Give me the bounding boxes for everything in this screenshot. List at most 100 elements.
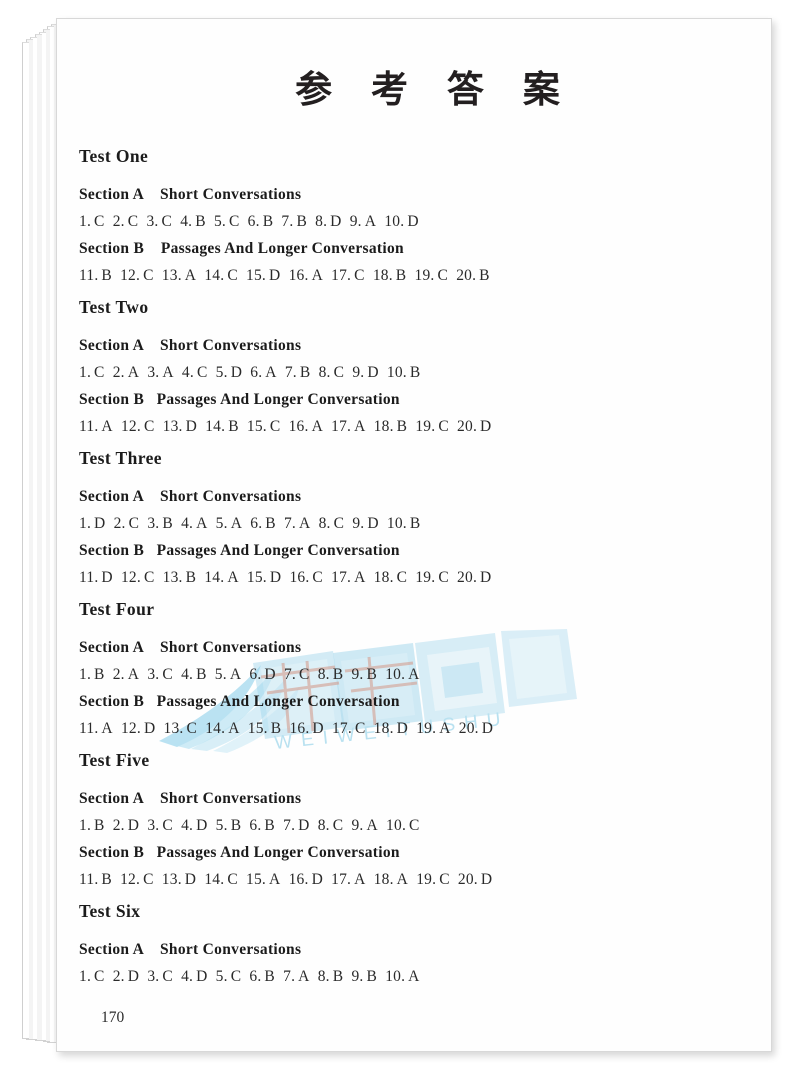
answer-item: 13. B (163, 564, 197, 591)
answer-item: 3. B (147, 510, 173, 537)
answer-letter: A (127, 666, 140, 683)
answer-item: 8. B (318, 963, 344, 990)
answer-letter: C (312, 569, 323, 586)
answer-spacer (206, 213, 214, 230)
answer-letter: C (354, 267, 365, 284)
answer-number: 17. (331, 720, 352, 737)
answer-spacer (105, 364, 113, 381)
answer-spacer (242, 515, 250, 532)
answer-spacer (377, 666, 385, 683)
answer-letter: A (269, 871, 281, 888)
answer-item: 18. D (374, 715, 408, 742)
answer-spacer (366, 871, 374, 888)
section-b-answers: 11. B 12. C 13. A 14. C 15. D 16. A 17. C 18. B … (79, 262, 739, 289)
answer-spacer (276, 666, 284, 683)
test-block: Test Three Section A Short Conversations 1… (79, 443, 739, 591)
answer-number: 16. (289, 720, 310, 737)
answer-letter: B (479, 267, 490, 284)
answer-letter: C (143, 418, 155, 435)
answer-letter: D (312, 720, 324, 737)
answer-number: 5. (215, 364, 228, 381)
answer-spacer (113, 418, 121, 435)
answer-letter: A (364, 213, 377, 230)
answer-letter: A (366, 817, 378, 834)
answer-letter: D (311, 871, 323, 888)
answer-letter: D (480, 871, 493, 888)
answer-item: 18. B (374, 413, 408, 440)
answer-letter: B (395, 267, 407, 284)
answer-item: 8. C (319, 510, 345, 537)
answer-number: 13. (162, 569, 183, 586)
answer-item: 15. D (247, 564, 281, 591)
answer-spacer (281, 569, 289, 586)
answer-letter: D (230, 364, 243, 381)
page-number: 170 (101, 1009, 125, 1026)
answer-spacer (307, 213, 315, 230)
answer-item: 4. B (181, 661, 207, 688)
test-block: Test Five Section A Short Conversations 1.… (79, 745, 739, 893)
answers-content: Test One Section A Short Conversations 1. C… (79, 141, 739, 993)
answer-letter: C (269, 418, 281, 435)
answer-spacer (323, 267, 331, 284)
answer-number: 10. (386, 364, 407, 381)
answer-number: 6. (249, 968, 262, 985)
answer-letter: D (396, 720, 409, 737)
section-b-heading: Section B Passages And Longer Conversati… (79, 240, 404, 257)
answer-item: 19. C (415, 413, 449, 440)
answer-item: 1. C (79, 208, 105, 235)
test-title: Test Five (79, 750, 150, 770)
answer-number: 10. (386, 817, 407, 834)
answer-item: 2. D (113, 812, 139, 839)
answer-letter: C (143, 871, 154, 888)
answer-key-page: 参 考 答 案 WEIWEITUSHU Test One Section A S… (56, 18, 772, 1052)
answer-letter: D (269, 267, 281, 284)
answer-number: 6. (250, 515, 263, 532)
answer-letter: B (299, 364, 311, 381)
answer-number: 1. (79, 666, 92, 683)
answer-spacer (105, 515, 113, 532)
section-b-answers: 11. D 12. C 13. B 14. A 15. D 16. C 17. A 18. C … (79, 564, 739, 591)
answer-number: 18. (373, 720, 394, 737)
answer-number: 2. (112, 968, 125, 985)
answer-letter: D (94, 515, 106, 532)
answer-spacer (449, 569, 457, 586)
answer-letter: C (354, 720, 366, 737)
answer-letter: C (227, 871, 238, 888)
answer-letter: C (162, 968, 173, 985)
answer-spacer (240, 720, 248, 737)
answer-item: 5. A (216, 510, 242, 537)
answer-spacer (240, 213, 248, 230)
answer-spacer (281, 720, 289, 737)
answer-item: 16. D (289, 715, 323, 742)
answer-letter: C (128, 515, 140, 532)
answer-item: 17. A (331, 564, 365, 591)
answer-letter: A (299, 515, 311, 532)
section-b-heading: Section B Passages And Longer Conversati… (79, 542, 400, 559)
answer-item: 11. A (79, 413, 113, 440)
answer-spacer (238, 267, 246, 284)
answer-item: 1. C (79, 963, 105, 990)
answer-letter: C (230, 968, 242, 985)
answer-spacer (276, 515, 284, 532)
answer-number: 15. (247, 720, 268, 737)
answer-number: 11. (79, 871, 99, 888)
answer-number: 11. (79, 418, 99, 435)
answer-number: 14. (205, 418, 226, 435)
answer-letter: B (409, 364, 421, 381)
answer-letter: D (196, 968, 208, 985)
answer-number: 7. (283, 666, 297, 683)
answer-number: 4. (180, 213, 193, 230)
answer-letter: D (407, 213, 419, 230)
answer-number: 11. (79, 267, 99, 284)
answer-item: 7. B (285, 359, 311, 386)
answer-letter: B (196, 666, 207, 683)
answer-letter: C (437, 267, 449, 284)
answer-item: 20. D (458, 866, 492, 893)
answer-number: 6. (247, 213, 260, 230)
answer-item: 7. C (284, 661, 310, 688)
answer-letter: C (94, 968, 105, 985)
answer-item: 17. A (331, 866, 365, 893)
answer-item: 6. B (250, 510, 276, 537)
answer-letter: B (332, 666, 344, 683)
answer-spacer (105, 666, 113, 683)
